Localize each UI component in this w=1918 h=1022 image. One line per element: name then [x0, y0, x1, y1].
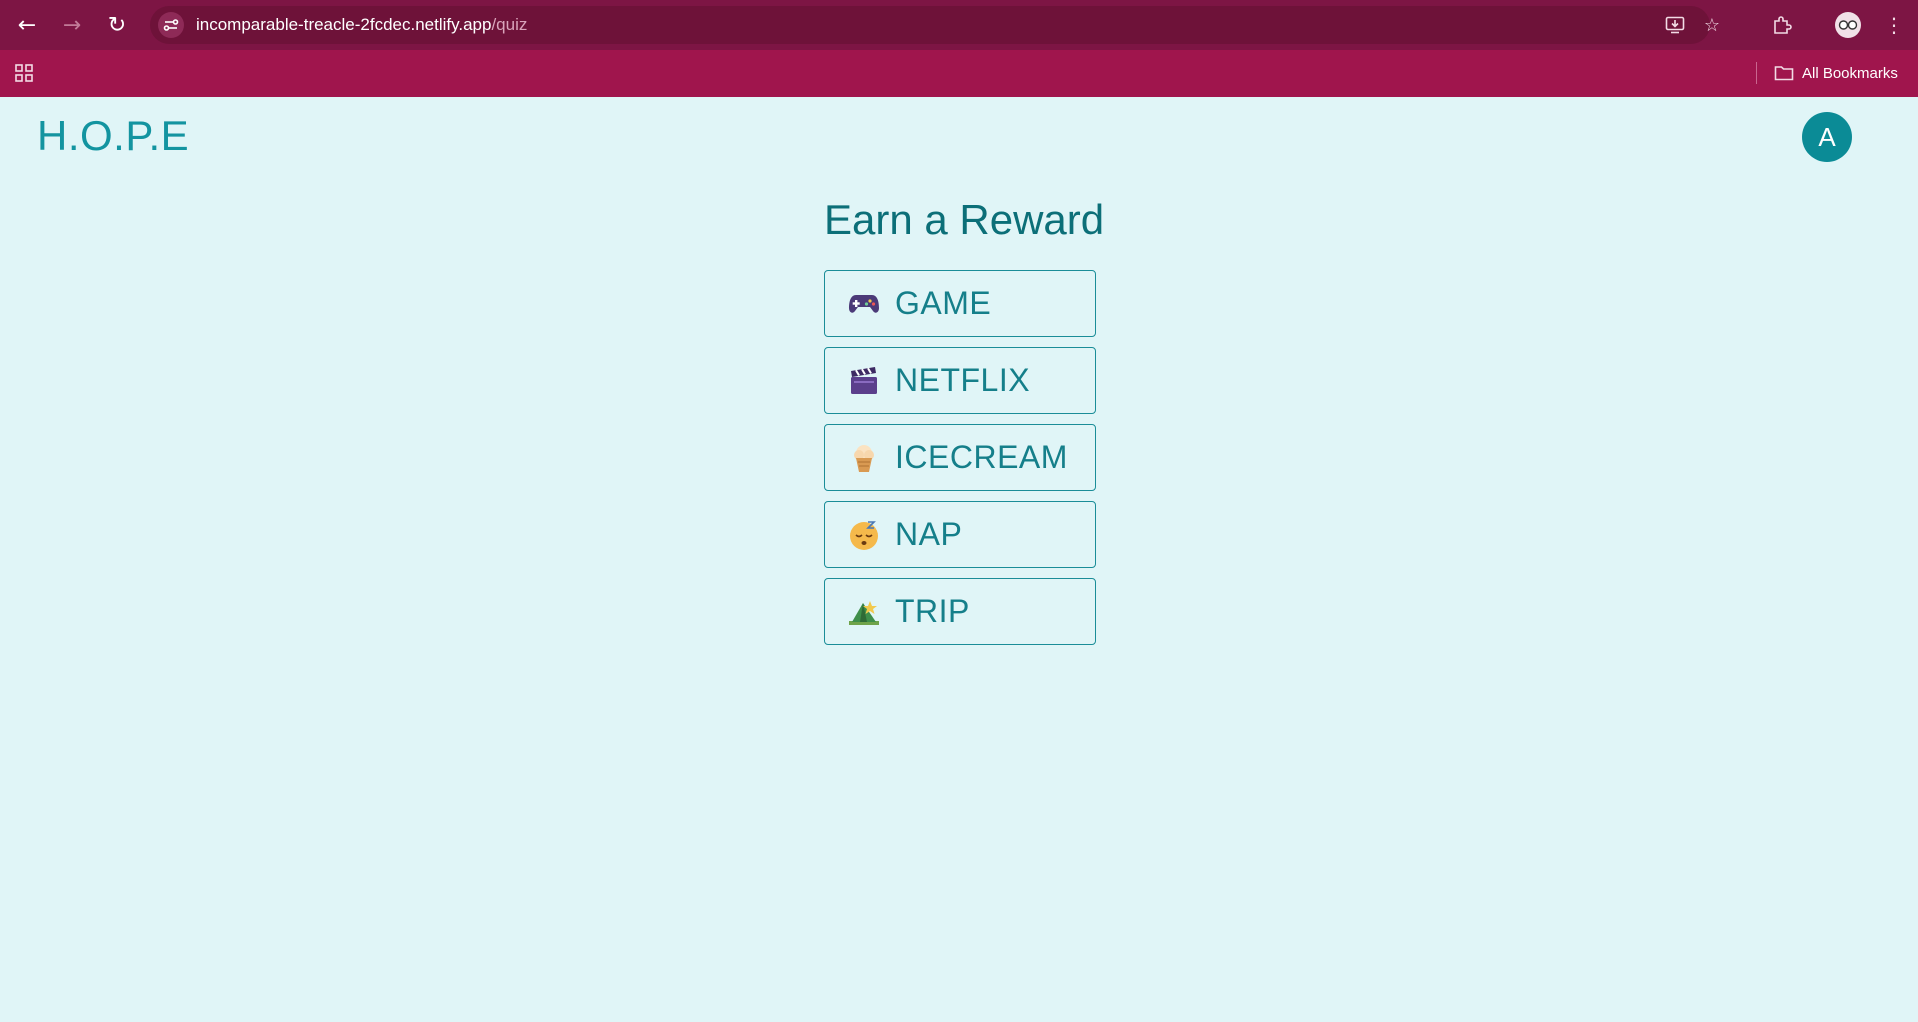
bookmarks-bar: All Bookmarks — [0, 50, 1918, 97]
reward-options-list: GAME NETFLIX ICECREAM NAP TRIP — [824, 270, 1096, 655]
all-bookmarks-button[interactable]: All Bookmarks — [1774, 60, 1898, 86]
reward-label: NETFLIX — [895, 362, 1031, 398]
browser-profile-avatar[interactable] — [1835, 12, 1861, 38]
reward-button-game[interactable]: GAME — [824, 270, 1096, 337]
app-logo[interactable]: H.O.P.E — [37, 112, 189, 160]
reward-button-netflix[interactable]: NETFLIX — [824, 347, 1096, 414]
reward-label: TRIP — [895, 593, 970, 629]
apps-grid-icon[interactable] — [14, 63, 34, 83]
kebab-menu-icon: ⋮ — [1884, 13, 1904, 37]
user-avatar[interactable]: A — [1802, 112, 1852, 162]
glasses-profile-icon — [1838, 20, 1858, 30]
back-button[interactable]: ← — [10, 10, 44, 40]
camping-tent-icon — [847, 595, 881, 629]
reward-label: NAP — [895, 516, 963, 552]
url-host: incomparable-treacle-2fcdec.netlify.app — [196, 15, 492, 34]
forward-arrow-icon: → — [62, 12, 82, 38]
reward-button-icecream[interactable]: ICECREAM — [824, 424, 1096, 491]
bookmarks-divider — [1756, 62, 1757, 84]
puzzle-icon — [1774, 16, 1792, 34]
back-arrow-icon: ← — [17, 12, 37, 38]
all-bookmarks-label: All Bookmarks — [1802, 64, 1898, 82]
star-icon: ☆ — [1703, 14, 1721, 36]
reward-label: GAME — [895, 285, 992, 321]
url-text[interactable]: incomparable-treacle-2fcdec.netlify.app/… — [196, 6, 527, 44]
extensions-button[interactable] — [1768, 11, 1796, 39]
reward-button-trip[interactable]: TRIP — [824, 578, 1096, 645]
install-app-icon — [1665, 16, 1685, 34]
browser-menu-button[interactable]: ⋮ — [1880, 11, 1908, 39]
forward-button[interactable]: → — [55, 10, 89, 40]
install-app-button[interactable] — [1662, 13, 1688, 37]
folder-icon — [1774, 66, 1794, 81]
url-path: /quiz — [491, 15, 528, 34]
sleeping-face-icon — [847, 518, 881, 552]
reward-label: ICECREAM — [895, 439, 1068, 475]
bookmark-star-button[interactable]: ☆ — [1699, 13, 1725, 37]
browser-toolbar: ← → ↻ incomparable-treacle-2fcdec.netlif… — [0, 0, 1918, 50]
game-controller-icon — [847, 287, 881, 321]
site-settings-icon — [163, 19, 179, 31]
page-title: Earn a Reward — [824, 196, 1105, 243]
browser-chrome: ← → ↻ incomparable-treacle-2fcdec.netlif… — [0, 0, 1918, 97]
site-info-button[interactable] — [158, 12, 184, 38]
avatar-initial: A — [1818, 121, 1836, 152]
address-bar[interactable]: incomparable-treacle-2fcdec.netlify.app/… — [150, 6, 1720, 44]
reward-button-nap[interactable]: NAP — [824, 501, 1096, 568]
reload-icon: ↻ — [107, 12, 127, 38]
reload-button[interactable]: ↻ — [100, 10, 134, 40]
ice-cream-icon — [847, 441, 881, 475]
clapper-board-icon — [847, 364, 881, 398]
